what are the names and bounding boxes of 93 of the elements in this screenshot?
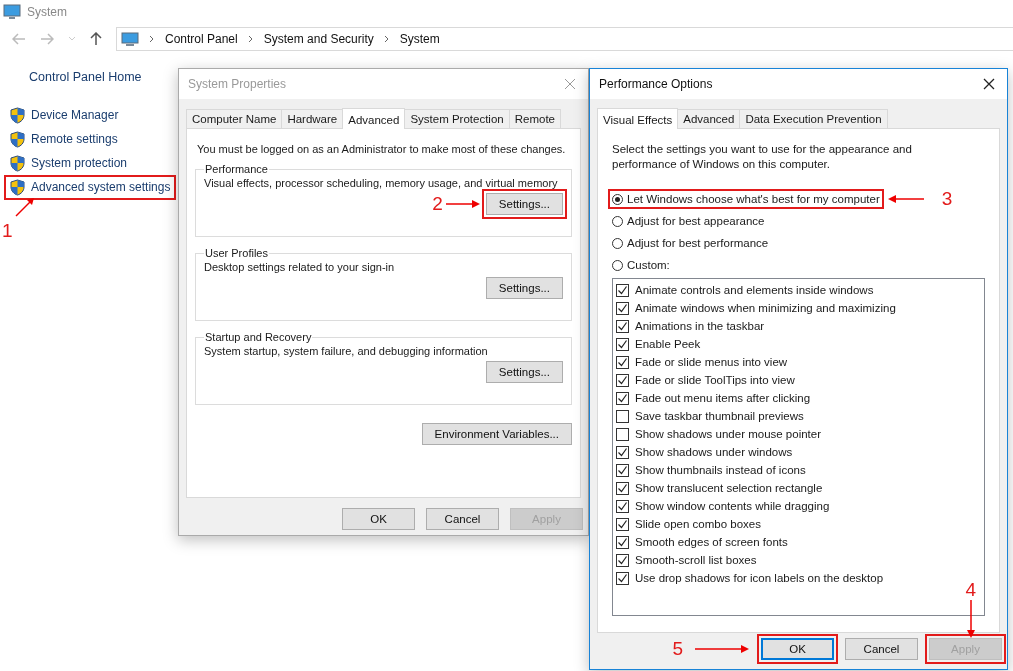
checkbox-option[interactable]: Show shadows under mouse pointer [616,425,981,443]
group-description: Visual effects, processor scheduling, memory usage, and virtual memory [204,177,559,189]
checkmark-icon [617,320,628,332]
chevron-icon [149,35,155,43]
sidebar-link[interactable]: Control Panel Home [4,70,176,84]
callout-arrow [445,199,480,209]
dialog-title: Performance Options [599,77,713,91]
checkmark-icon [617,338,628,350]
note-text: You must be logged on as an Administrator to make most of these changes. [197,143,567,155]
shield-icon [10,106,25,124]
window-title: System [27,5,67,19]
checkmark-icon [617,554,628,566]
back-arrow-icon[interactable] [12,33,26,45]
monitor-icon [121,31,139,47]
tab[interactable]: Visual Effects [597,108,679,129]
up-arrow-icon[interactable] [90,32,102,46]
checkmark-icon [617,518,628,530]
callout-number: 2 [432,194,443,214]
callout-number: 3 [941,189,953,209]
radio-option[interactable]: Adjust for best performance [612,237,769,249]
shield-icon [10,178,25,196]
group-description: Desktop settings related to your sign-in [204,261,396,273]
group-description: System startup, system failure, and debugging information [204,345,489,357]
checkmark-icon [617,572,628,584]
group-title: Performance [204,163,269,175]
chevron-icon [247,35,254,43]
sidebar-item[interactable]: System protection [8,154,130,172]
checkbox-option[interactable]: Show window contents while dragging [616,497,981,515]
checkmark-icon [617,374,628,386]
settings-button[interactable]: Settings... [485,361,563,383]
checkmark-icon [617,446,628,458]
callout-arrow [695,644,749,654]
environment-variables-button[interactable]: Environment Variables... [421,423,572,445]
checkbox-option[interactable]: Animate controls and elements inside windows [616,281,981,299]
sidebar-item[interactable]: Remote settings [8,130,120,148]
group-title: Startup and Recovery [204,331,313,343]
address-bar[interactable]: Control Panel System and Security System [116,27,1013,51]
checkbox-option[interactable]: Slide open combo boxes [616,515,981,533]
checkmark-icon [617,464,628,476]
callout-number: 1 [2,220,13,241]
radio-option[interactable]: Adjust for best appearance [612,215,765,227]
checkbox-option[interactable]: Show translucent selection rectangle [616,479,981,497]
checkbox-option[interactable]: Show shadows under windows [616,443,981,461]
checkbox-option[interactable]: Fade out menu items after clicking [616,389,981,407]
callout-arrow [965,600,976,638]
settings-button[interactable]: Settings... [485,193,563,215]
settings-button[interactable]: Settings... [485,277,563,299]
checkbox-option[interactable]: Show thumbnails instead of icons [616,461,981,479]
callout-number: 5 [672,639,683,659]
checkbox-option[interactable]: Animations in the taskbar [616,317,981,335]
checkbox-option[interactable]: Smooth-scroll list boxes [616,551,981,569]
shield-icon [10,154,25,172]
callout-arrow [887,194,924,204]
checkbox-option[interactable]: Animate windows when minimizing and maximizing [616,299,981,317]
forward-arrow-icon[interactable] [40,33,54,45]
sidebar-item[interactable]: Device Manager [8,106,121,124]
radio-option[interactable]: Custom: [612,259,670,271]
chevron-icon [383,35,390,43]
checkbox-option[interactable]: Save taskbar thumbnail previews [616,407,981,425]
tab[interactable]: Data Execution Prevention [739,109,888,128]
tab[interactable]: Remote [508,109,561,128]
group-title: User Profiles [204,247,269,259]
tab[interactable]: System Protection [404,109,510,128]
radio-option[interactable]: Let Windows choose what's best for my computer [612,193,880,205]
callout-arrow [14,195,36,218]
dialog-button[interactable]: Cancel [845,638,918,660]
checkbox-option[interactable]: Fade or slide menus into view [616,353,981,371]
sidebar-item[interactable]: Advanced system settings [8,178,173,196]
checkmark-icon [617,482,628,494]
checkmark-icon [617,392,628,404]
checkbox-option[interactable]: Fade or slide ToolTips into view [616,371,981,389]
dialog-button[interactable]: OK [342,508,415,530]
caret-icon[interactable] [68,36,76,42]
breadcrumb[interactable]: System and Security [263,32,374,46]
checkbox-option[interactable]: Smooth edges of screen fonts [616,533,981,551]
monitor-icon [3,4,21,20]
checkmark-icon [617,302,628,314]
tab[interactable]: Advanced [342,108,406,129]
intro-text: Select the settings you want to use for the appearance and performance of Windows on this computer. [612,142,913,172]
breadcrumb[interactable]: System [399,32,440,46]
checkmark-icon [617,356,628,368]
callout-number: 4 [965,580,977,600]
checkmark-icon [617,500,628,512]
checkmark-icon [617,536,628,548]
checkbox-option[interactable]: Enable Peek [616,335,981,353]
breadcrumb[interactable]: Control Panel [165,32,238,46]
shield-icon [10,130,25,148]
dialog-button[interactable]: Cancel [426,508,499,530]
dialog-title: System Properties [188,77,287,91]
close-icon[interactable] [983,78,995,90]
tab[interactable]: Computer Name [186,109,283,128]
checkmark-icon [617,284,628,296]
dialog-button[interactable]: OK [761,638,834,660]
